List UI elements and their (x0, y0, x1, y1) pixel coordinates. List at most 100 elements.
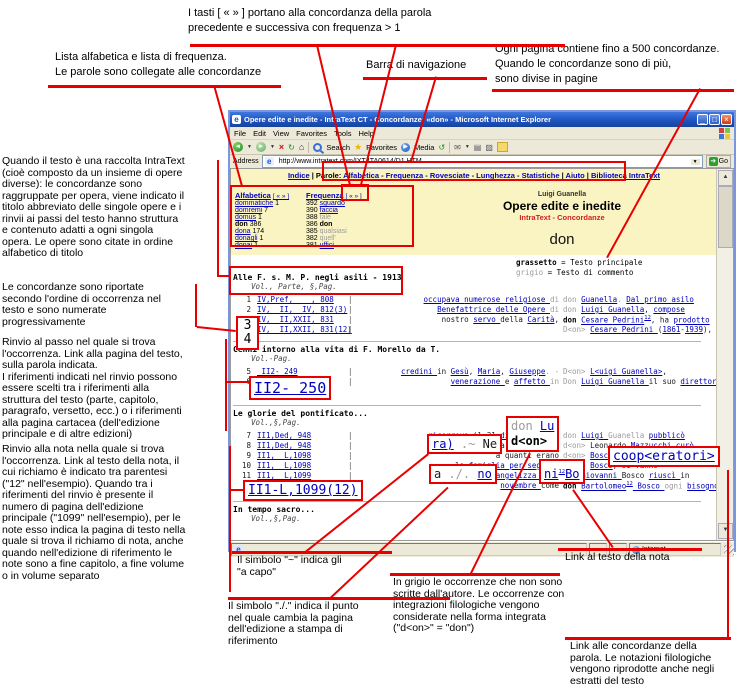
word-link[interactable]: religiose (505, 295, 550, 304)
menu-edit[interactable]: Edit (253, 129, 266, 138)
word-link[interactable]: Luigi (581, 431, 608, 440)
nav-indice[interactable]: Indice (288, 171, 310, 180)
windows-logo-icon (719, 128, 730, 139)
word-link[interactable]: credini (401, 367, 437, 376)
media-icon[interactable]: ▶ (401, 143, 410, 152)
favorites-icon[interactable]: ★ (354, 142, 362, 153)
word-link[interactable]: occupava (424, 295, 465, 304)
word-link[interactable]: Guanella (608, 305, 644, 314)
word-link[interactable]: Giovanni (581, 471, 622, 480)
title-bar[interactable]: e Opere edite e inedite - IntraText CT -… (230, 112, 734, 127)
word-link[interactable]: asilo (671, 295, 694, 304)
note-ref-link[interactable]: II1-L,1099(12) (248, 483, 358, 498)
separator: | (348, 315, 353, 324)
word-link[interactable]: venerazione (451, 377, 505, 386)
address-dropdown-icon[interactable]: ▼ (691, 159, 700, 165)
word-link[interactable]: direttore (680, 377, 721, 386)
word-link[interactable]: servo (473, 315, 500, 324)
word-link[interactable]: novembre (500, 481, 541, 490)
scroll-down-icon[interactable]: ▼ (718, 523, 733, 539)
word-link[interactable]: Pedrini (622, 325, 658, 334)
scrollbar-thumb[interactable] (718, 186, 733, 248)
word-link[interactable]: 12 (626, 481, 633, 487)
passage-ref-link[interactable]: II2- 250 (254, 379, 326, 397)
passage-reference-link[interactable]: IV, II,XXII, 831 (257, 315, 334, 324)
passage-reference-link[interactable]: IV,Pref, , 808 (257, 295, 334, 304)
messenger-icon[interactable] (497, 142, 508, 152)
word-link[interactable]: Guanella> (622, 367, 663, 376)
history-icon[interactable]: ↺ (438, 143, 445, 152)
word-link[interactable]: ra) (432, 437, 454, 451)
word-link[interactable]: 1861 (662, 325, 680, 334)
passage-reference-link[interactable]: II1,Ded, 948 (257, 441, 311, 450)
word-link[interactable]: primo (644, 295, 671, 304)
word-link[interactable]: Lu (540, 419, 554, 433)
word-link[interactable]: 1939 (685, 325, 703, 334)
passage-reference-link[interactable]: II1, L,1098 (257, 461, 311, 470)
word-link[interactable]: Luigi (581, 377, 608, 386)
mail-icon[interactable]: ✉ (454, 143, 461, 152)
word-link[interactable]: Cesare (590, 325, 622, 334)
scroll-up-icon[interactable]: ▲ (718, 170, 733, 186)
menu-file[interactable]: File (234, 129, 246, 138)
word-link[interactable]: Dal (626, 295, 644, 304)
word-link[interactable]: Carità (527, 315, 554, 324)
home-button[interactable]: ⌂ (299, 142, 304, 152)
edit-icon[interactable]: ▨ (485, 143, 493, 152)
word-link[interactable]: ni (544, 467, 558, 481)
passage-reference-link[interactable]: IV, II,XXII, 831(12) (257, 325, 352, 334)
word-link[interactable]: affetto (514, 377, 550, 386)
refresh-button[interactable]: ↻ (288, 143, 295, 152)
section-subtitle: Vol.,§,Pag. (233, 418, 703, 427)
word-link[interactable]: L<uigi (590, 367, 622, 376)
forward-button[interactable]: ► (256, 142, 266, 152)
word-link[interactable]: Guanella (581, 295, 617, 304)
print-icon[interactable]: ▤ (474, 143, 482, 152)
word-link[interactable]: Bo (565, 467, 579, 481)
word-link[interactable]: prodotto (673, 316, 709, 325)
separator: | (348, 441, 353, 450)
menu-favorites[interactable]: Favorites (296, 129, 327, 138)
keyword-and-context-after: don Luigi Guanella pubblicò (563, 431, 685, 440)
back-button[interactable]: ◄ (233, 142, 243, 152)
back-dropdown-icon[interactable]: ▼ (247, 144, 252, 150)
forward-dropdown-icon[interactable]: ▼ (270, 144, 275, 150)
word-link[interactable]: Luigi (581, 305, 608, 314)
keyword-and-context-after: D<on> Cesare Pedrini (1861-1939), (563, 325, 712, 334)
word-link[interactable]: Pedrini (613, 316, 645, 325)
keyword-and-context-after: Don Luigi Guanella il suo direttore (563, 377, 721, 386)
passage-reference-link[interactable]: IV, II, IV, 812(3) (257, 305, 347, 314)
go-button[interactable]: ➜ Go (706, 155, 731, 168)
word-concordance-link[interactable]: coop<eratori> (613, 449, 715, 464)
vertical-scrollbar[interactable]: ▲ ▼ (716, 169, 733, 540)
word-link[interactable]: delle (496, 305, 523, 314)
word-link[interactable]: bisogno (687, 482, 719, 491)
word-link[interactable]: Gesù (451, 367, 469, 376)
word-link[interactable]: compose (653, 305, 685, 314)
word-link[interactable]: riuscì (649, 471, 681, 480)
word-link[interactable]: Opere (523, 305, 550, 314)
mail-dropdown-icon[interactable]: ▼ (465, 144, 470, 150)
search-icon[interactable] (313, 143, 322, 152)
word-link[interactable]: pubblicò (649, 431, 685, 440)
word-link[interactable]: no (477, 467, 491, 481)
word-link[interactable]: Maria (478, 367, 501, 376)
close-button[interactable]: × (721, 114, 732, 125)
maximize-button[interactable]: □ (709, 114, 720, 125)
word-link[interactable]: Bartolomeo (581, 482, 626, 491)
word-link[interactable]: Cesare (581, 316, 613, 325)
stop-button[interactable]: × (279, 142, 284, 152)
word-link[interactable]: Benefattrice (437, 305, 496, 314)
passage-reference-link[interactable]: II1, L,1098 (257, 451, 311, 460)
word-link[interactable]: numerose (464, 295, 505, 304)
word-link[interactable]: Giuseppe (509, 367, 545, 376)
passage-reference-link[interactable]: II2- 249 (257, 367, 298, 376)
minimize-button[interactable]: _ (697, 114, 708, 125)
passage-reference-link[interactable]: II1, L,1099 (257, 471, 311, 480)
word-link[interactable]: Guanella (608, 377, 649, 386)
word-link[interactable]: 12 (644, 315, 651, 321)
word-link[interactable]: Bosco (633, 482, 665, 491)
search-button-label[interactable]: Search (326, 143, 350, 152)
menu-view[interactable]: View (273, 129, 289, 138)
passage-reference-link[interactable]: II1,Ded, 948 (257, 431, 311, 440)
